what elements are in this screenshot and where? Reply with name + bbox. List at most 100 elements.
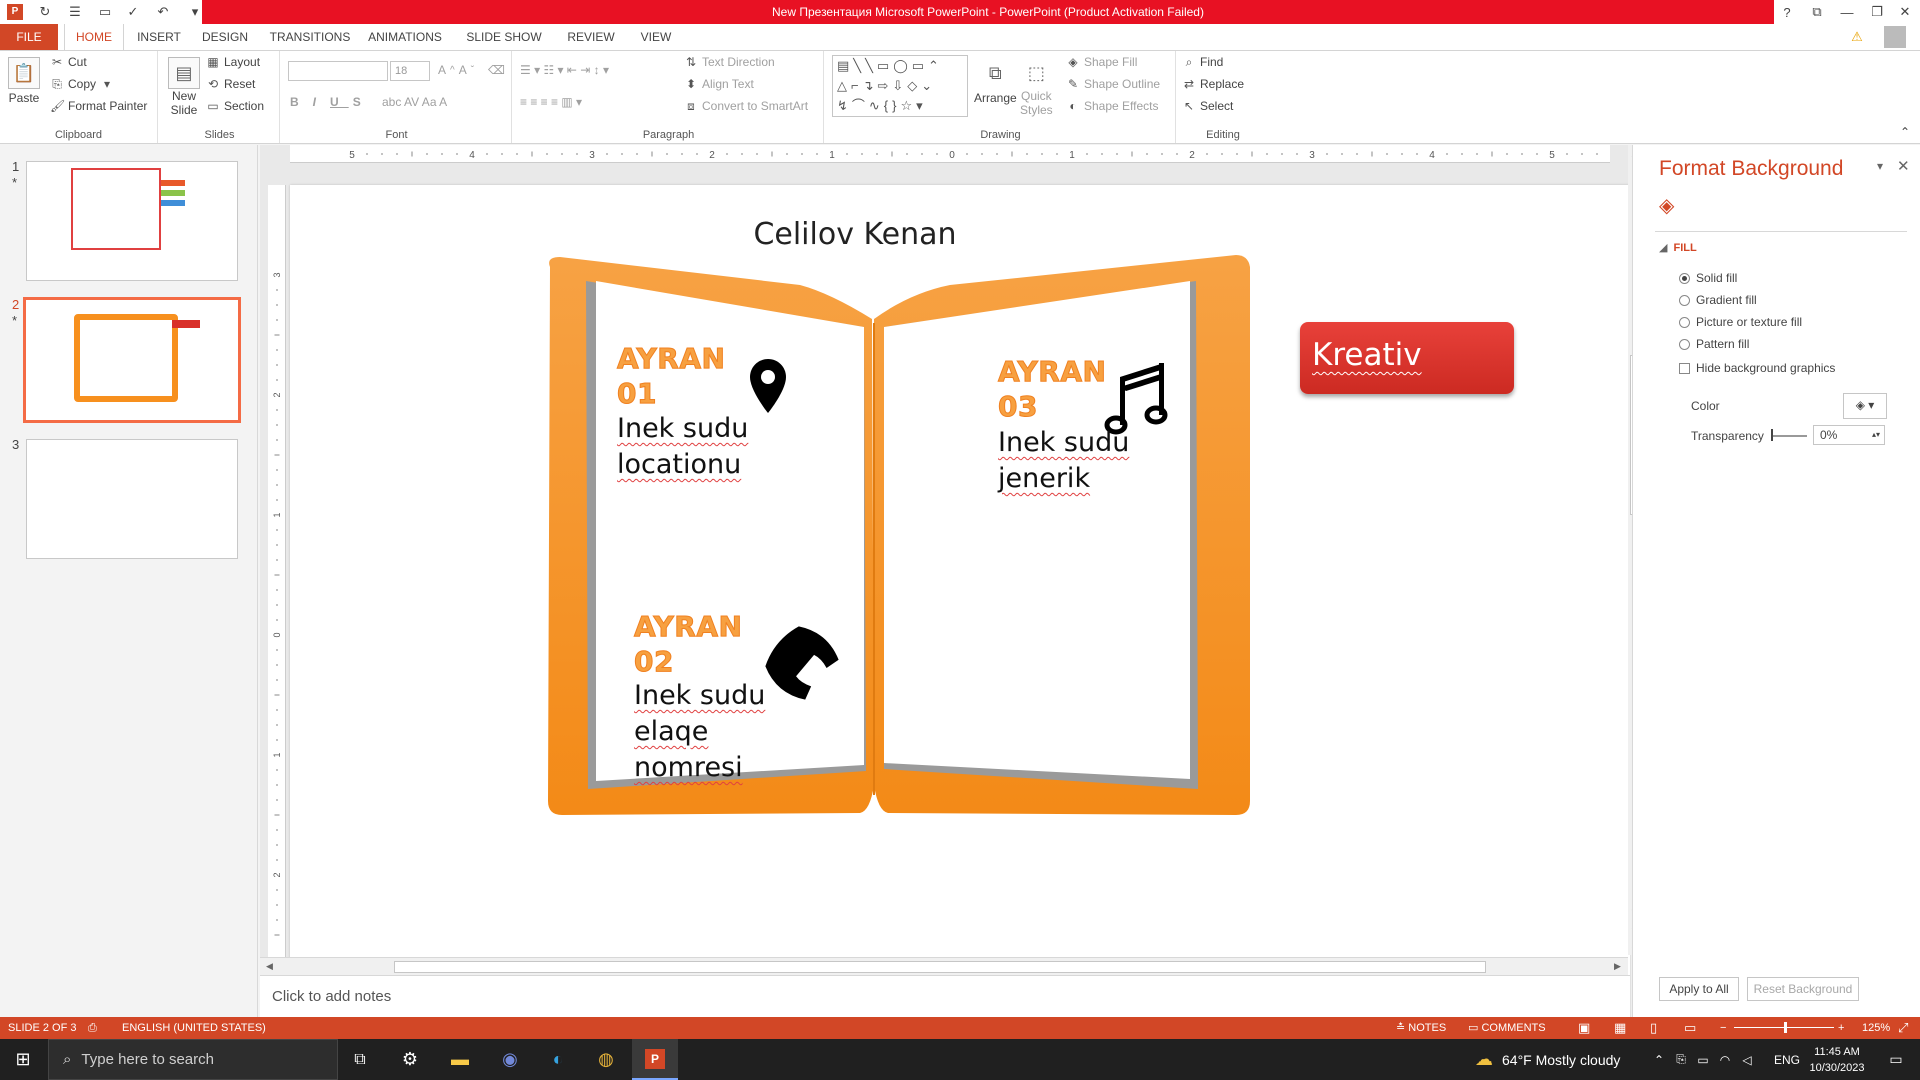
char-spacing-icon[interactable]: abc AV Aa A	[382, 95, 447, 109]
shape-fill-button[interactable]: ◈ Shape Fill	[1066, 55, 1137, 69]
gradient-fill-radio[interactable]: Gradient fill	[1679, 293, 1757, 307]
arrange-button[interactable]: ⧉ Arrange	[974, 57, 1017, 106]
picture-fill-radio[interactable]: Picture or texture fill	[1679, 315, 1802, 329]
tab-review[interactable]: REVIEW	[560, 24, 622, 50]
convert-smartart-button[interactable]: ⧈ Convert to SmartArt	[684, 99, 808, 113]
notes-button[interactable]: ≛ NOTES	[1396, 1017, 1446, 1039]
font-name-input[interactable]	[288, 61, 388, 81]
reset-background-button[interactable]: Reset Background	[1747, 977, 1859, 1001]
discord-icon[interactable]: ◉	[490, 1039, 530, 1080]
save-icon[interactable]: ↻	[34, 2, 56, 22]
transparency-slider[interactable]	[1771, 435, 1807, 437]
quick-styles-button[interactable]: ⬚ Quick Styles	[1020, 57, 1053, 117]
language-indicator[interactable]: ENGLISH (UNITED STATES)	[122, 1017, 266, 1039]
fill-section-header[interactable]: ◢ FILL	[1659, 241, 1697, 254]
transparency-slider-thumb[interactable]	[1771, 429, 1773, 441]
align-text-button[interactable]: ⬍ Align Text	[684, 77, 754, 91]
input-language[interactable]: ENG	[1774, 1039, 1800, 1080]
slide-canvas[interactable]: Celilov Kenan AYRAN 01 Inek sudu locatio…	[290, 185, 1630, 1080]
notifications-icon[interactable]: ▭	[1876, 1039, 1916, 1080]
fit-to-window-icon[interactable]: ⤢	[1898, 1017, 1908, 1039]
minimize-icon[interactable]: —	[1832, 0, 1862, 24]
pattern-fill-radio[interactable]: Pattern fill	[1679, 337, 1749, 351]
volume-icon[interactable]: ◁	[1738, 1039, 1756, 1080]
item-1-text[interactable]: Inek sudu locationu	[617, 411, 748, 483]
kreativ-tag[interactable]: Kreativ	[1300, 322, 1514, 394]
shapes-gallery[interactable]: ▤╲╲▭◯▭⌃ △⌐↴⇨⇩◇⌄ ↯⌒∿{}☆▾	[832, 55, 968, 117]
color-picker-button[interactable]: ◈ ▾	[1843, 393, 1887, 419]
slide-sorter-icon[interactable]: ▦	[1614, 1017, 1626, 1039]
notes-placeholder[interactable]: Click to add notes	[272, 988, 391, 1005]
item-1-heading[interactable]: AYRAN 01	[616, 341, 725, 411]
start-slideshow-icon[interactable]: ▭	[94, 2, 116, 22]
tab-view[interactable]: VIEW	[634, 24, 678, 50]
edge-icon[interactable]: ◐	[538, 1039, 578, 1080]
font-style-buttons[interactable]: BIUS	[290, 95, 371, 109]
tab-transitions[interactable]: TRANSITIONS	[268, 24, 352, 50]
tab-design[interactable]: DESIGN	[194, 24, 256, 50]
replace-button[interactable]: ⇄ Replace	[1182, 77, 1244, 91]
align-icons[interactable]: ≡ ≡ ≡ ≡ ▥ ▾	[520, 95, 582, 109]
slide-thumbnail-2[interactable]	[23, 297, 241, 423]
text-direction-button[interactable]: ⇅ Text Direction	[684, 55, 775, 69]
transparency-input[interactable]: 0% ▴▾	[1813, 425, 1885, 445]
book-graphic[interactable]	[290, 185, 1630, 1080]
zoom-out-icon[interactable]: −	[1720, 1017, 1726, 1039]
tab-insert[interactable]: INSERT	[132, 24, 186, 50]
ribbon-display-icon[interactable]: ⧉	[1802, 0, 1832, 24]
shape-outline-button[interactable]: ✎ Shape Outline	[1066, 77, 1160, 91]
copy-button[interactable]: ⎘ Copy ▾	[50, 77, 114, 91]
clear-format-icon[interactable]: ⌫	[488, 63, 505, 77]
battery-icon[interactable]: ▭	[1694, 1039, 1712, 1080]
slideshow-view-icon[interactable]: ▭	[1684, 1017, 1696, 1039]
collapse-ribbon-icon[interactable]: ⌃	[1900, 125, 1910, 139]
scroll-left-icon[interactable]: ◀	[266, 961, 273, 972]
bullets-icon[interactable]: ☰ ▾ ☷ ▾ ⇤ ⇥ ↕ ▾	[520, 63, 609, 77]
notes-pane[interactable]: Click to add notes	[260, 975, 1630, 1017]
spinner-icon[interactable]: ▴▾	[1872, 426, 1880, 444]
powerpoint-taskbar-icon[interactable]: P	[632, 1039, 678, 1080]
help-icon[interactable]: ?	[1772, 0, 1802, 24]
zoom-in-icon[interactable]: +	[1838, 1017, 1844, 1039]
item-2-heading[interactable]: AYRAN 02	[633, 609, 742, 679]
slide-thumbnail-3[interactable]	[26, 439, 238, 559]
shape-effects-button[interactable]: ◐ Shape Effects	[1066, 99, 1158, 113]
zoom-level[interactable]: 125%	[1862, 1017, 1890, 1039]
format-painter-button[interactable]: 🖌 Format Painter	[50, 99, 147, 113]
warning-icon[interactable]: ⚠	[1842, 25, 1872, 49]
account-avatar[interactable]	[1880, 25, 1910, 49]
tab-animations[interactable]: ANIMATIONS	[364, 24, 446, 50]
layout-button[interactable]: ▦ Layout	[206, 55, 260, 69]
spell-check-icon[interactable]: ⎙	[88, 1017, 97, 1039]
windows-start-icon[interactable]: ⊞	[0, 1039, 46, 1080]
tab-file[interactable]: FILE	[0, 24, 58, 50]
font-size-input[interactable]: 18	[390, 61, 430, 81]
fill-bucket-icon[interactable]: ◈	[1659, 193, 1674, 218]
tab-home[interactable]: HOME	[64, 24, 124, 50]
clock[interactable]: 11:45 AM 10/30/2023	[1806, 1039, 1868, 1080]
new-slide-button[interactable]: ▤ New Slide	[168, 57, 200, 117]
comments-button[interactable]: ▭ COMMENTS	[1468, 1017, 1546, 1039]
undo-icon[interactable]: ↶	[152, 2, 174, 22]
spelling-icon[interactable]: ✓	[122, 2, 144, 22]
close-icon[interactable]: ✕	[1890, 0, 1920, 24]
cut-button[interactable]: ✂ Cut	[50, 55, 87, 69]
hide-bg-graphics-checkbox[interactable]: Hide background graphics	[1679, 361, 1835, 375]
font-grow-icon[interactable]: A ^ Aˇ	[438, 63, 474, 77]
paste-button[interactable]: 📋 Paste	[8, 57, 40, 105]
file-explorer-icon[interactable]: ▬	[440, 1039, 480, 1080]
apply-to-all-button[interactable]: Apply to All	[1659, 977, 1739, 1001]
section-button[interactable]: ▭ Section	[206, 99, 264, 113]
item-3-text[interactable]: Inek sudu jenerik	[998, 425, 1129, 497]
normal-view-icon[interactable]: ▣	[1578, 1017, 1590, 1039]
tab-slide-show[interactable]: SLIDE SHOW	[464, 24, 544, 50]
reset-button[interactable]: ⟲ Reset	[206, 77, 255, 91]
restore-icon[interactable]: ❐	[1862, 0, 1892, 24]
scroll-right-icon[interactable]: ▶	[1614, 961, 1621, 972]
solid-fill-radio[interactable]: Solid fill	[1679, 271, 1737, 285]
task-view-icon[interactable]: ⧉	[340, 1039, 380, 1080]
zoom-slider-thumb[interactable]	[1784, 1022, 1787, 1033]
menu-icon[interactable]: ☰	[64, 2, 86, 22]
pane-close-icon[interactable]: ✕	[1897, 157, 1910, 175]
item-2-text[interactable]: Inek sudu elaqe nomresi	[634, 678, 765, 786]
